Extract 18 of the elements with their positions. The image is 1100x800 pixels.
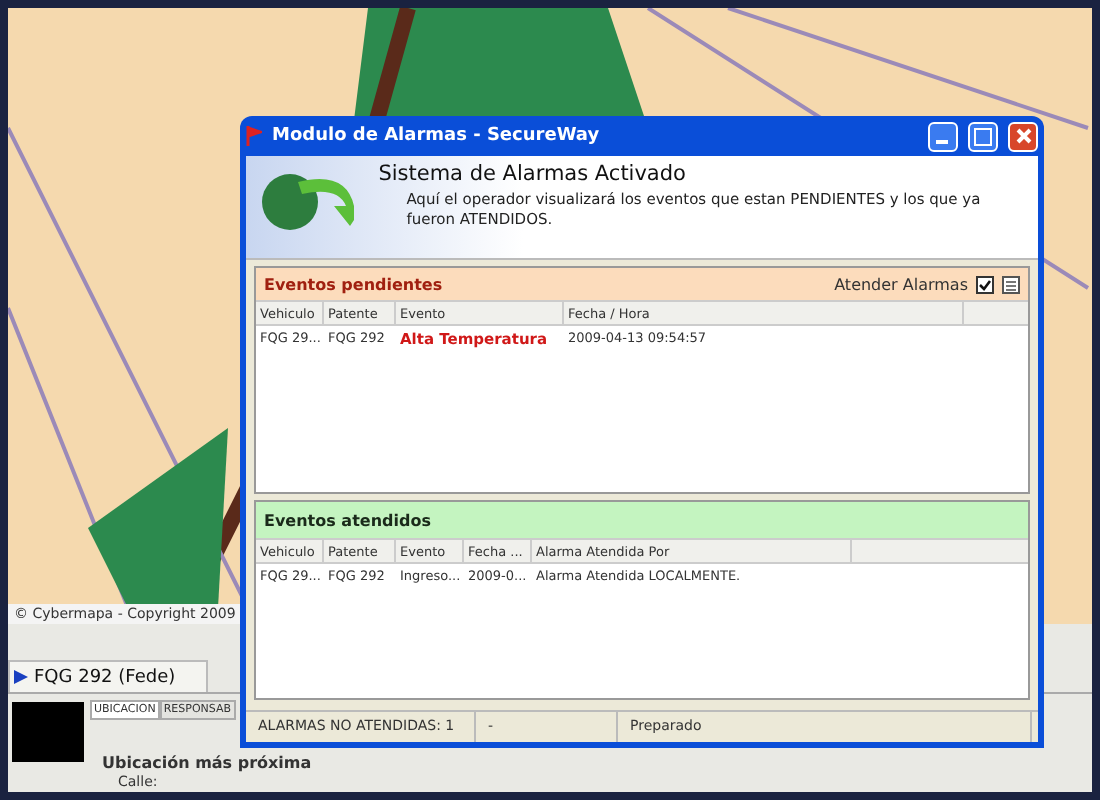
pin-icon xyxy=(14,670,28,684)
list-icon[interactable] xyxy=(1002,275,1020,293)
flag-icon xyxy=(246,126,262,146)
group-title: Ubicación más próxima xyxy=(102,754,312,772)
section-title: Eventos atendidos xyxy=(264,511,433,529)
maximize-button[interactable] xyxy=(968,121,998,151)
window-title: Modulo de Alarmas - SecureWay xyxy=(272,126,602,146)
vehicle-label: FQG 292 (Fede) xyxy=(34,667,176,687)
photo-placeholder xyxy=(12,702,84,762)
vehicle-tab[interactable]: FQG 292 (Fede) xyxy=(8,660,208,692)
close-icon xyxy=(1015,128,1031,144)
section-title: Eventos pendientes xyxy=(264,275,445,293)
close-button[interactable] xyxy=(1008,121,1038,151)
checkbox[interactable] xyxy=(976,275,994,293)
action-label: Atender Alarmas xyxy=(834,275,968,293)
minimize-button[interactable] xyxy=(928,121,958,151)
maximize-icon xyxy=(974,127,992,145)
heading: Sistema de Alarmas Activado xyxy=(378,162,688,186)
